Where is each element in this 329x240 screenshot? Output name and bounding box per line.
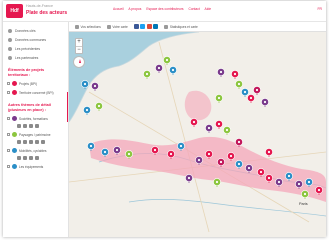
layer-label: Territoire concerné (BPI) (19, 90, 54, 95)
category-icon[interactable] (35, 156, 39, 161)
toolbar-stats-button[interactable]: Statistiques et carte (164, 24, 198, 29)
checkbox[interactable] (7, 117, 10, 121)
toolbar-selections-button[interactable]: Vos sélections (75, 24, 101, 29)
facebook-icon[interactable] (133, 24, 139, 29)
social-share-group (133, 24, 159, 29)
nav-link-contributeurs[interactable]: Espace des contributeurs (146, 7, 183, 11)
layer-sub-icons (3, 123, 68, 130)
bullet-icon (8, 46, 12, 51)
toolbar-label: Statistiques et carte (169, 24, 198, 29)
sidebar-item-label: Données clés (15, 28, 36, 33)
layer-label: Les équipements (19, 164, 44, 169)
layer-label: Mobilités, cyclables (19, 148, 47, 153)
language-switch[interactable]: FR (317, 7, 322, 11)
section-title-themes: Autres thèmes de détail (plusieurs en pl… (8, 103, 51, 112)
sidebar-item-partenaires[interactable]: Les partenaires (3, 53, 68, 62)
map-canvas[interactable]: + − Paris (69, 32, 326, 237)
layer-toggle-projets[interactable]: Projets (BPI) (3, 79, 68, 88)
layer-label: Projets (BPI) (19, 81, 38, 86)
linkedin-icon[interactable] (153, 24, 159, 29)
layer-toggle-paysages[interactable]: Paysages / patrimoine (3, 130, 68, 139)
layer-toggle-societes[interactable]: Sociétés, formations (3, 114, 68, 123)
category-icon[interactable] (17, 140, 21, 145)
zoom-control: + − (75, 38, 83, 54)
map-toolbar: Vos sélections Votre carte Statistiques … (69, 22, 326, 32)
land-area (69, 32, 326, 237)
section-title-projects: Éléments de projets territoriaux : (8, 68, 45, 77)
sidebar: Données clés Données communes Les précéd… (3, 22, 69, 237)
app-window: Hdf Hauts-de-France Plate des acteurs Ac… (3, 1, 326, 237)
layer-toggle-mobilites[interactable]: Mobilités, cyclables (3, 146, 68, 155)
layer-sub-icons (3, 139, 68, 146)
bullet-icon (8, 28, 12, 33)
bullet-icon (8, 37, 12, 42)
site-logo[interactable]: Hdf (6, 4, 23, 18)
nav-link-aide[interactable]: Aide (205, 7, 212, 11)
layer-sub-icons (3, 155, 68, 162)
nav-link-contact[interactable]: Contact (188, 7, 199, 11)
category-icon[interactable] (29, 156, 33, 161)
layer-label: Sociétés, formations (19, 116, 48, 121)
layer-color-swatch (12, 164, 17, 170)
nav-link-a-propos[interactable]: A propos (128, 7, 141, 11)
category-icon[interactable] (35, 124, 39, 129)
layer-color-swatch (12, 90, 17, 96)
layer-color-swatch (12, 148, 17, 154)
zoom-out-button[interactable]: − (76, 46, 82, 53)
category-icon[interactable] (23, 156, 27, 161)
sidebar-item-label: Données communes (15, 37, 47, 42)
toolbar-map-button[interactable]: Votre carte (106, 24, 128, 29)
sidebar-item-donnees-cles[interactable]: Données clés (3, 26, 68, 35)
nav-link-accueil[interactable]: Accueil (113, 7, 124, 11)
sidebar-item-label: Les partenaires (15, 55, 39, 60)
toolbar-label: Vos sélections (80, 24, 101, 29)
bullet-icon (8, 55, 12, 60)
top-navigation: Accueil A propos Espace des contributeur… (113, 7, 215, 11)
map-layer (69, 32, 326, 237)
compass-icon[interactable] (73, 56, 85, 68)
google-plus-icon[interactable] (146, 24, 152, 29)
category-icon[interactable] (29, 140, 33, 145)
map-icon (106, 24, 111, 29)
category-icon[interactable] (41, 140, 45, 145)
city-label-paris: Paris (299, 202, 308, 206)
category-icon[interactable] (17, 156, 21, 161)
category-icon[interactable] (17, 124, 21, 129)
sidebar-item-donnees-communes[interactable]: Données communes (3, 35, 68, 44)
layer-color-swatch (12, 132, 17, 138)
checkbox[interactable] (7, 165, 10, 169)
zoom-in-button[interactable]: + (76, 39, 82, 46)
sidebar-item-precedentes[interactable]: Les précédentes (3, 44, 68, 53)
category-icon[interactable] (29, 124, 33, 129)
layer-label: Paysages / patrimoine (19, 132, 51, 137)
checkbox[interactable] (7, 91, 10, 95)
twitter-icon[interactable] (140, 24, 146, 29)
layer-color-swatch (12, 81, 17, 87)
toolbar-label: Votre carte (112, 24, 128, 29)
category-icon[interactable] (35, 140, 39, 145)
star-icon (75, 24, 79, 29)
layer-toggle-territoire[interactable]: Territoire concerné (BPI) (3, 88, 68, 97)
brand-name: Hauts-de-France (26, 4, 53, 8)
checkbox[interactable] (7, 149, 10, 153)
category-icon[interactable] (23, 140, 27, 145)
layer-color-swatch (12, 116, 17, 122)
site-title[interactable]: Plate des acteurs (26, 10, 67, 16)
category-icon[interactable] (23, 124, 27, 129)
sidebar-item-label: Les précédentes (15, 46, 41, 51)
checkbox[interactable] (7, 82, 10, 86)
layer-toggle-equipements[interactable]: Les équipements (3, 162, 68, 171)
checkbox[interactable] (7, 133, 10, 137)
chart-icon (164, 24, 169, 29)
header: Hdf Hauts-de-France Plate des acteurs Ac… (3, 1, 326, 22)
